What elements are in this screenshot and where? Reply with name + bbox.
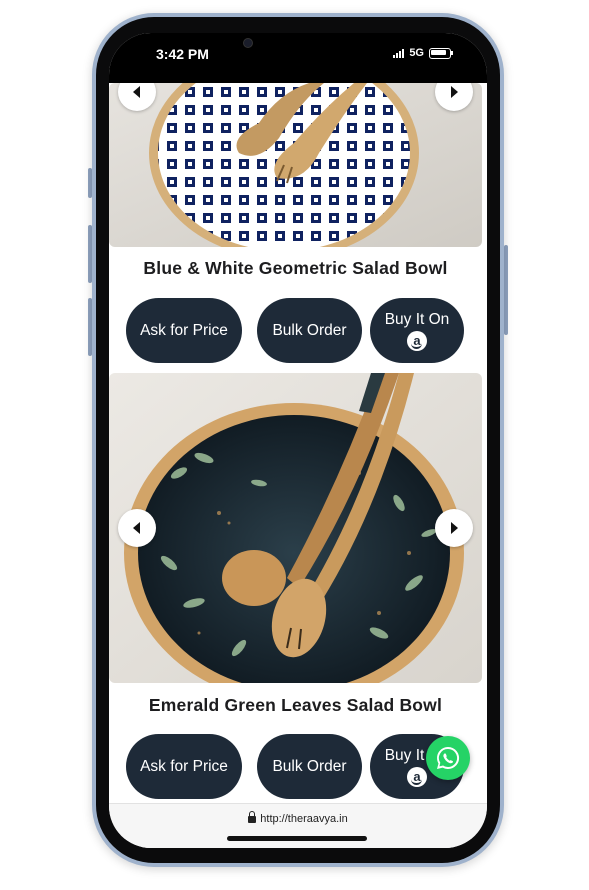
status-indicators: 5G (393, 47, 453, 59)
battery-icon (429, 47, 453, 59)
amazon-icon: a (407, 330, 427, 351)
next-image-button-2[interactable] (435, 509, 473, 547)
chevron-right-icon (451, 522, 458, 534)
whatsapp-icon (437, 746, 460, 769)
product-list[interactable]: Blue & White Geometric Salad Bowl Ask fo… (109, 83, 487, 803)
phone-screen: 3:42 PM 5G Blue & White Geometric Salad … (109, 33, 487, 848)
blue-geometric-bowl-image (109, 83, 482, 247)
bulk-order-button-2[interactable]: Bulk Order (257, 734, 362, 799)
chevron-left-icon (133, 522, 140, 534)
chevron-left-icon (133, 86, 140, 98)
url-display[interactable]: http://theraavya.in (109, 811, 487, 825)
whatsapp-button[interactable] (426, 736, 470, 780)
status-time: 3:42 PM (156, 46, 209, 62)
ask-price-button-2[interactable]: Ask for Price (126, 734, 242, 799)
bulk-order-label-2: Bulk Order (272, 757, 347, 775)
product-image-2 (109, 373, 482, 683)
prev-image-button-2[interactable] (118, 509, 156, 547)
emerald-leaves-bowl-image (109, 373, 482, 683)
product-title-1: Blue & White Geometric Salad Bowl (143, 258, 448, 278)
status-bar: 3:42 PM 5G (109, 33, 487, 83)
ask-price-label-2: Ask for Price (140, 757, 228, 775)
browser-url-bar[interactable]: http://theraavya.in (109, 803, 487, 848)
front-camera (243, 38, 253, 48)
bulk-order-button-1[interactable]: Bulk Order (257, 298, 362, 363)
buy-on-label-1: Buy It On (384, 310, 450, 328)
ask-price-label-1: Ask for Price (140, 321, 228, 339)
home-indicator[interactable] (227, 836, 367, 841)
chevron-right-icon (451, 86, 458, 98)
network-label: 5G (409, 47, 424, 59)
power-button (504, 245, 508, 335)
buy-on-amazon-button-1[interactable]: Buy It On a (370, 298, 464, 363)
lock-icon (248, 811, 257, 823)
amazon-icon: a (407, 766, 427, 787)
product-title-2: Emerald Green Leaves Salad Bowl (148, 695, 443, 715)
ask-price-button-1[interactable]: Ask for Price (126, 298, 242, 363)
signal-icon (393, 48, 405, 58)
product-image-1 (109, 83, 482, 247)
bulk-order-label-1: Bulk Order (272, 321, 347, 339)
url-text: http://theraavya.in (260, 813, 348, 825)
